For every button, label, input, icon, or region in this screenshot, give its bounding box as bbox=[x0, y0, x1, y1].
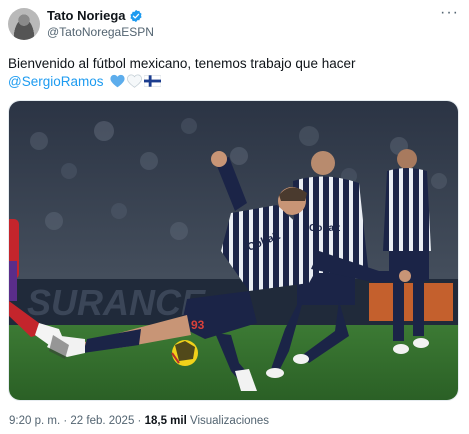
tweet-photo[interactable]: SURANCE Cobalt Cobalt 93 bbox=[8, 100, 459, 401]
author-avatar[interactable] bbox=[8, 8, 40, 40]
footer-separator-2: · bbox=[137, 415, 142, 427]
mention-link[interactable]: @SergioRamos bbox=[8, 74, 104, 89]
white-heart-icon bbox=[127, 74, 143, 88]
tweet-text-line: Bienvenido al fútbol mexicano, tenemos t… bbox=[8, 56, 356, 71]
tweet-footer: 9:20 p. m. · 22 feb. 2025 · 18,5 mil Vis… bbox=[9, 415, 269, 427]
football-ball bbox=[171, 340, 198, 366]
emoji-group bbox=[110, 74, 163, 88]
more-options-icon[interactable]: ··· bbox=[440, 5, 459, 21]
tweet-header: Tato Noriega @TatoNoregaESPN bbox=[8, 6, 461, 42]
ad-board-text: SURANCE bbox=[27, 282, 206, 323]
verified-badge-icon bbox=[129, 9, 142, 23]
author-handle[interactable]: @TatoNoregaESPN bbox=[47, 24, 154, 40]
blue-heart-icon bbox=[110, 74, 125, 88]
ad-board-panel bbox=[369, 283, 453, 321]
tweet-mention-line: @SergioRamos bbox=[8, 73, 461, 91]
finland-flag-icon bbox=[144, 75, 162, 87]
tweet-time[interactable]: 9:20 p. m. bbox=[9, 415, 60, 427]
main-player-number: 93 bbox=[191, 318, 205, 332]
author-name-row: Tato Noriega bbox=[47, 8, 154, 24]
tweet-date[interactable]: 22 feb. 2025 bbox=[70, 415, 134, 427]
views-count[interactable]: 18,5 mil bbox=[145, 415, 187, 427]
tweet-card: Tato Noriega @TatoNoregaESPN ··· Bienven… bbox=[0, 0, 469, 434]
footer-separator: · bbox=[63, 415, 68, 427]
author-display-name[interactable]: Tato Noriega bbox=[47, 8, 126, 24]
views-label: Visualizaciones bbox=[190, 415, 270, 427]
author-names: Tato Noriega @TatoNoregaESPN bbox=[47, 8, 154, 40]
tweet-text: Bienvenido al fútbol mexicano, tenemos t… bbox=[8, 55, 461, 91]
center-player-sponsor: Cobalt bbox=[309, 223, 341, 234]
football-match-photo: SURANCE Cobalt Cobalt 93 bbox=[9, 101, 458, 400]
